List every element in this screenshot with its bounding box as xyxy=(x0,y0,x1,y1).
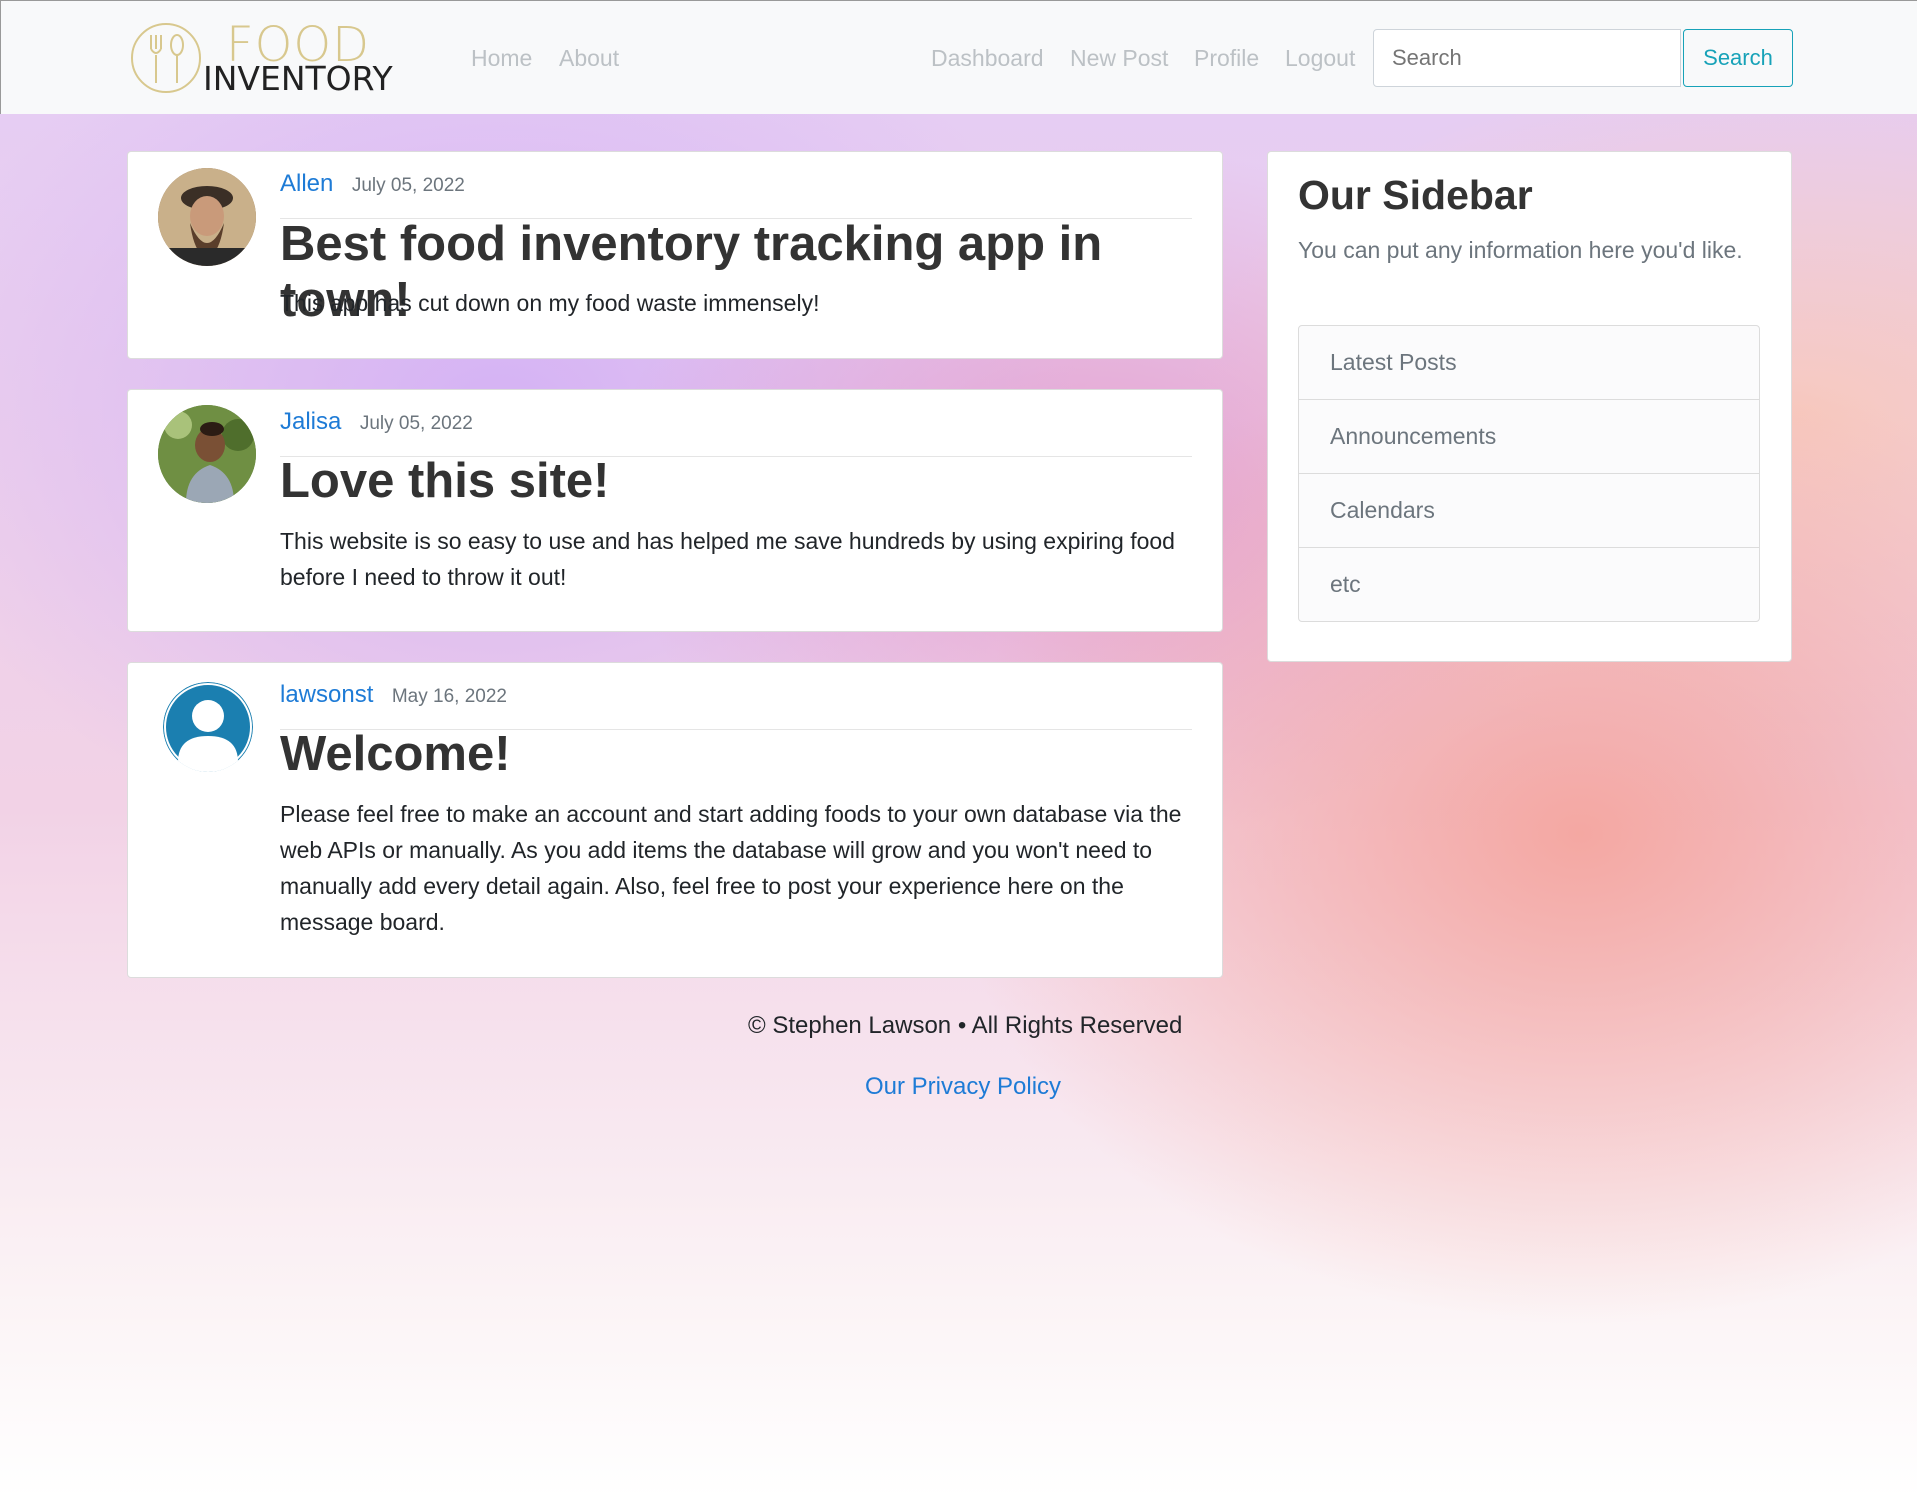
sidebar-item-calendars[interactable]: Calendars xyxy=(1299,474,1759,548)
author-avatar[interactable] xyxy=(158,168,256,266)
sidebar-item-etc[interactable]: etc xyxy=(1299,548,1759,621)
sidebar-item-announcements[interactable]: Announcements xyxy=(1299,400,1759,474)
post-card: lawsonst May 16, 2022 Welcome! Please fe… xyxy=(127,662,1223,978)
sidebar-description: You can put any information here you'd l… xyxy=(1298,237,1743,263)
post-body: This app has cut down on my food waste i… xyxy=(280,290,820,316)
nav-about-link[interactable]: About xyxy=(559,45,619,72)
post-date: July 05, 2022 xyxy=(351,175,465,196)
nav-new-post-link[interactable]: New Post xyxy=(1070,45,1168,72)
post-date: May 16, 2022 xyxy=(391,686,507,707)
post-meta: Allen July 05, 2022 xyxy=(280,170,1192,219)
post-meta: lawsonst May 16, 2022 xyxy=(280,681,1192,730)
privacy-policy-link[interactable]: Our Privacy Policy xyxy=(865,1073,1061,1101)
post-body: This website is so easy to use and has h… xyxy=(280,528,1175,590)
nav-logout-link[interactable]: Logout xyxy=(1285,45,1355,72)
nav-profile-link[interactable]: Profile xyxy=(1194,45,1259,72)
post-card: Allen July 05, 2022 Best food inventory … xyxy=(127,151,1223,359)
brand-logo[interactable]: FOOD INVENTORY xyxy=(129,17,434,98)
brand-line-2: INVENTORY xyxy=(203,59,393,98)
navbar: FOOD INVENTORY Home About Dashboard New … xyxy=(0,0,1917,114)
sidebar-item-latest-posts[interactable]: Latest Posts xyxy=(1299,326,1759,400)
nav-dashboard-link[interactable]: Dashboard xyxy=(931,45,1044,72)
post-card: Jalisa July 05, 2022 Love this site! Thi… xyxy=(127,389,1223,632)
post-title-link[interactable]: Welcome! xyxy=(280,726,511,782)
post-body: Please feel free to make an account and … xyxy=(280,801,1182,935)
post-title-link[interactable]: Love this site! xyxy=(280,453,609,509)
sidebar-card: Our Sidebar You can put any information … xyxy=(1267,151,1792,662)
post-author-link[interactable]: Jalisa xyxy=(280,408,341,435)
user-icon xyxy=(163,682,253,772)
sidebar-title: Our Sidebar xyxy=(1298,172,1533,218)
post-date: July 05, 2022 xyxy=(359,413,473,434)
footer-copyright: © Stephen Lawson • All Rights Reserved xyxy=(748,1012,1183,1039)
nav-home-link[interactable]: Home xyxy=(471,45,532,72)
post-meta: Jalisa July 05, 2022 xyxy=(280,408,1192,457)
avatar-photo-icon xyxy=(158,405,256,503)
post-author-link[interactable]: Allen xyxy=(280,170,333,197)
avatar-photo-icon xyxy=(158,168,256,266)
post-author-link[interactable]: lawsonst xyxy=(280,681,373,708)
utensils-icon xyxy=(131,23,201,93)
search-input[interactable] xyxy=(1373,29,1681,87)
author-avatar[interactable] xyxy=(158,405,256,503)
author-avatar[interactable] xyxy=(163,682,253,772)
sidebar-list: Latest Posts Announcements Calendars etc xyxy=(1298,325,1760,622)
search-button[interactable]: Search xyxy=(1683,29,1793,87)
